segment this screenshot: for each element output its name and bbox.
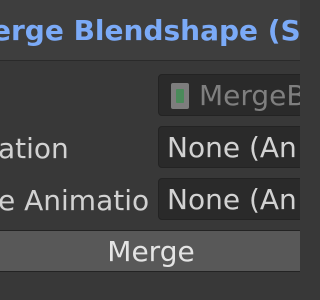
source-animation-field-value: None (An bbox=[167, 183, 297, 216]
inspector-panel: erge Blendshape (Scr MergeB ation None (… bbox=[0, 0, 300, 300]
panel-footer bbox=[0, 272, 300, 300]
target-object-value: MergeB bbox=[199, 79, 300, 112]
merge-button[interactable]: Merge bbox=[0, 230, 300, 272]
source-animation-object-field[interactable]: None (An bbox=[158, 178, 300, 220]
component-title: erge Blendshape (Scr bbox=[0, 14, 300, 47]
animation-object-field[interactable]: None (An bbox=[158, 126, 300, 168]
animation-field-value: None (An bbox=[167, 131, 297, 164]
component-header: erge Blendshape (Scr bbox=[0, 0, 300, 61]
source-animation-label: e Animatio bbox=[0, 184, 150, 217]
animation-label: ation bbox=[0, 132, 69, 165]
gameobject-icon bbox=[171, 83, 189, 109]
merge-button-label: Merge bbox=[107, 235, 195, 268]
target-object-field: MergeB bbox=[158, 74, 300, 116]
